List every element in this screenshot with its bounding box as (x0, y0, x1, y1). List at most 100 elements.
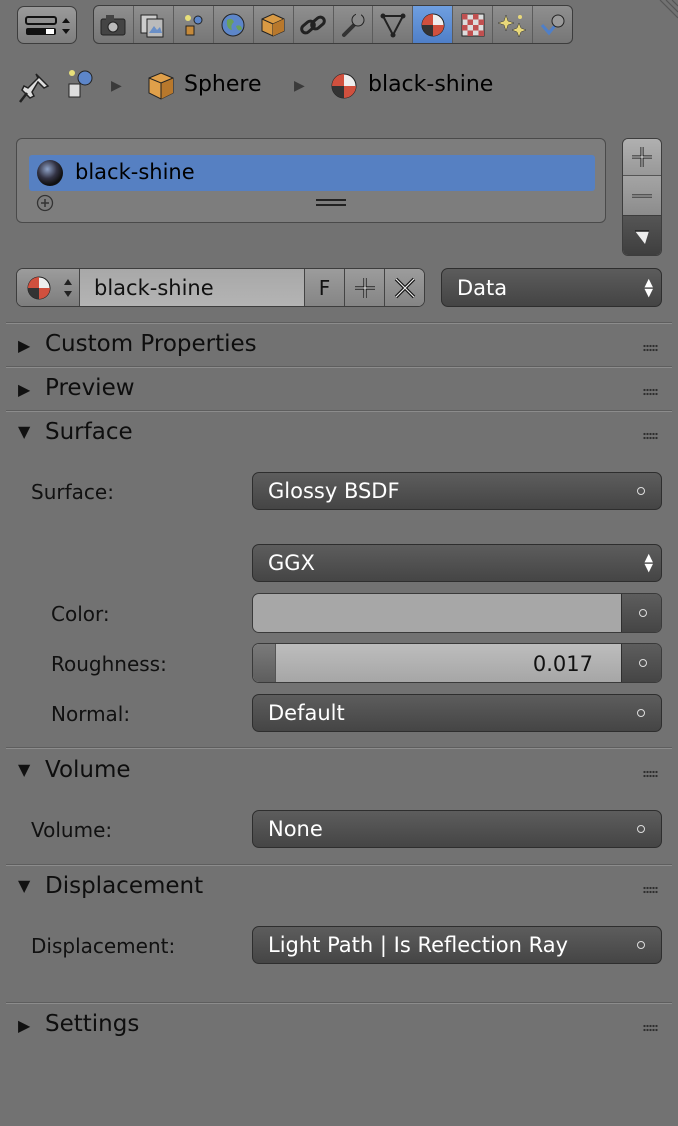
drag-grip-icon[interactable] (643, 432, 658, 440)
material-icon (27, 276, 51, 299)
socket-icon (639, 659, 647, 667)
list-item[interactable]: black-shine (29, 155, 595, 191)
expand-arrow-icon[interactable]: ▶ (18, 336, 30, 355)
drag-grip-icon[interactable] (643, 770, 658, 778)
breadcrumb-arrow-icon: ▶ (111, 78, 122, 94)
area-corner-handle[interactable] (656, 0, 678, 22)
unlink-material-button[interactable] (385, 269, 424, 306)
volume-value: None (268, 817, 323, 841)
panel-header-surface[interactable]: Surface (45, 419, 133, 445)
particles-icon (497, 13, 527, 38)
panel-divider (6, 864, 672, 866)
material-tab[interactable] (413, 6, 454, 43)
object-cube-icon (261, 12, 285, 37)
texture-tab[interactable] (453, 6, 494, 43)
panel-divider (6, 410, 672, 412)
expand-arrow-icon[interactable]: ▶ (18, 380, 30, 399)
add-filter-icon[interactable] (35, 193, 55, 213)
displacement-input-selector[interactable]: Light Path | Is Reflection Ray (252, 926, 662, 964)
roughness-value: 0.017 (532, 652, 593, 676)
normal-value: Default (268, 701, 345, 725)
camera-icon (100, 14, 126, 35)
drag-grip-icon[interactable] (643, 388, 658, 396)
collapse-arrow-icon[interactable]: ▼ (18, 760, 30, 779)
socket-icon (637, 487, 645, 495)
render-tab[interactable] (94, 6, 134, 43)
link-dropdown[interactable]: Data ▲ ▼ (441, 268, 662, 307)
color-label: Color: (51, 602, 110, 626)
roughness-label: Roughness: (51, 652, 167, 676)
mesh-data-icon (380, 13, 406, 37)
new-material-button[interactable] (345, 269, 385, 306)
color-swatch[interactable] (253, 594, 621, 632)
material-preview-icon (37, 160, 63, 186)
surface-label: Surface: (31, 480, 114, 504)
roughness-slider-fill (253, 644, 276, 682)
displacement-value: Light Path | Is Reflection Ray (268, 933, 569, 957)
material-name-field[interactable]: black-shine (80, 269, 305, 306)
color-socket-button[interactable] (621, 594, 661, 632)
material-slot-list: black-shine (16, 138, 606, 223)
drag-grip-icon[interactable] (643, 344, 658, 352)
distribution-dropdown[interactable]: GGX ▲ ▼ (252, 544, 662, 582)
data-tab[interactable] (373, 6, 414, 43)
add-slot-button[interactable] (623, 139, 661, 176)
panel-header-volume[interactable]: Volume (45, 757, 131, 783)
roughness-slider: 0.017 (252, 643, 662, 683)
collapse-arrow-icon[interactable]: ▼ (18, 422, 30, 441)
close-icon (394, 277, 415, 298)
modifiers-tab[interactable] (334, 6, 374, 43)
panel-header-displacement[interactable]: Displacement (45, 873, 203, 899)
normal-label: Normal: (51, 702, 131, 726)
list-item-label: black-shine (75, 160, 195, 184)
editor-type-button[interactable] (17, 6, 77, 44)
panel-divider (6, 747, 672, 749)
context-tabs (93, 5, 573, 44)
breadcrumb-material: black-shine (368, 72, 494, 97)
updown-arrows-icon (64, 279, 72, 297)
normal-input-selector[interactable]: Default (252, 694, 662, 732)
panel-header-preview[interactable]: Preview (45, 375, 135, 401)
displacement-label: Displacement: (31, 934, 176, 958)
list-resize-handle[interactable] (315, 197, 347, 209)
collapse-arrow-icon[interactable]: ▼ (18, 876, 30, 895)
scene-icon (185, 14, 203, 35)
plus-icon (354, 277, 375, 298)
socket-icon (639, 609, 647, 617)
material-icon (421, 13, 445, 36)
remove-slot-button[interactable] (623, 176, 661, 216)
render-layers-tab[interactable] (134, 6, 174, 43)
drag-grip-icon[interactable] (643, 1024, 658, 1032)
slot-controls (622, 138, 662, 256)
fake-user-button[interactable]: F (305, 269, 345, 306)
expand-arrow-icon[interactable]: ▶ (18, 1016, 30, 1035)
world-tab[interactable] (214, 6, 254, 43)
updown-arrows-icon: ▲ ▼ (644, 551, 653, 574)
texture-icon (461, 13, 485, 36)
material-icon (331, 73, 357, 99)
surface-shader-selector[interactable]: Glossy BSDF (252, 472, 662, 510)
object-tab[interactable] (254, 6, 294, 43)
physics-tab[interactable] (533, 6, 572, 43)
constraints-tab[interactable] (294, 6, 334, 43)
pin-icon[interactable] (18, 70, 52, 104)
particles-tab[interactable] (493, 6, 534, 43)
roughness-slider-track[interactable]: 0.017 (253, 644, 621, 682)
render-layers-icon (140, 14, 164, 37)
slot-specials-menu-button[interactable] (623, 216, 661, 255)
drag-grip-icon[interactable] (643, 886, 658, 894)
scene-tab[interactable] (174, 6, 214, 43)
object-cube-icon (148, 72, 174, 100)
distribution-value: GGX (268, 551, 315, 575)
panel-header-custom-properties[interactable]: Custom Properties (45, 331, 257, 357)
panel-header-settings[interactable]: Settings (45, 1011, 139, 1037)
browse-material-button[interactable] (17, 269, 80, 306)
panel-divider (6, 322, 672, 324)
volume-shader-selector[interactable]: None (252, 810, 662, 848)
physics-icon (540, 14, 565, 35)
color-field (252, 593, 662, 633)
material-datablock-selector: black-shine F (16, 268, 425, 307)
surface-shader-value: Glossy BSDF (268, 479, 400, 503)
scene-icon (68, 70, 93, 98)
roughness-socket-button[interactable] (621, 644, 661, 682)
